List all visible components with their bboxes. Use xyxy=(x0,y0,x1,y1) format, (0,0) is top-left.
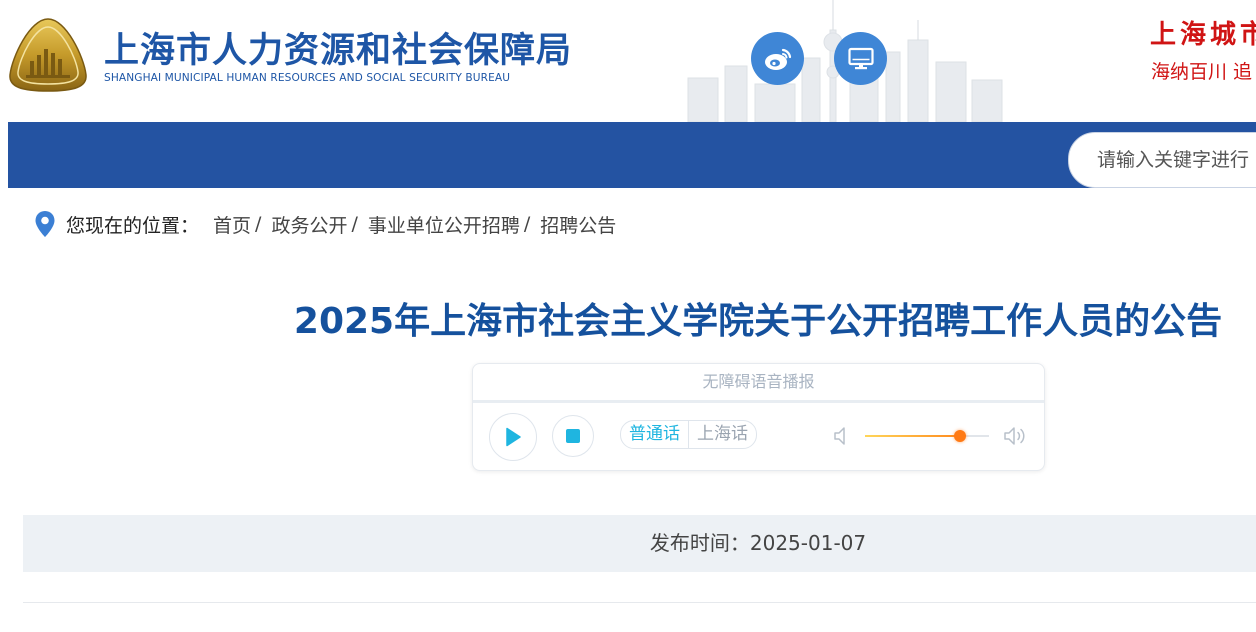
site-title-cn: 上海市人力资源和社会保障局 xyxy=(104,31,573,71)
breadcrumb-prefix: 您现在的位置： xyxy=(66,214,200,237)
breadcrumb-separator: / xyxy=(255,213,262,235)
location-pin-icon xyxy=(35,211,55,237)
play-icon xyxy=(506,427,521,447)
volume-slider-fill xyxy=(865,435,960,437)
search-input[interactable] xyxy=(1097,133,1256,187)
play-button[interactable] xyxy=(489,413,537,461)
dialect-shanghainese-option[interactable]: 上海话 xyxy=(689,421,756,448)
volume-slider-knob[interactable] xyxy=(954,430,966,442)
site-header: 上海市人力资源和社会保障局 SHANGHAI MUNICIPAL HUMAN R… xyxy=(0,0,1256,122)
stop-button[interactable] xyxy=(552,415,594,457)
desktop-icon xyxy=(847,47,874,69)
bureau-logo-emblem xyxy=(9,18,87,92)
publish-date: 发布时间：2025-01-07 xyxy=(649,531,867,555)
search-box xyxy=(1068,132,1256,188)
volume-low-icon[interactable] xyxy=(833,424,851,448)
site-title-en: SHANGHAI MUNICIPAL HUMAN RESOURCES AND S… xyxy=(104,72,511,84)
publish-info-bar: 发布时间：2025-01-07 xyxy=(23,515,1256,572)
stop-icon xyxy=(566,429,580,443)
audio-player-caption: 无障碍语音播报 xyxy=(473,364,1044,403)
breadcrumb-recruitment-notice[interactable]: 招聘公告 xyxy=(540,211,616,238)
weibo-button[interactable] xyxy=(751,32,804,85)
volume-high-icon[interactable] xyxy=(1003,424,1029,448)
city-slogan-line2: 海纳百川 追 xyxy=(1151,61,1253,83)
article-title: 2025年上海市社会主义学院关于公开招聘工作人员的公告 xyxy=(293,301,1223,342)
desktop-version-button[interactable] xyxy=(834,32,887,85)
breadcrumb-separator: / xyxy=(523,213,531,235)
content-divider xyxy=(23,602,1256,603)
breadcrumb-separator: / xyxy=(351,213,358,235)
breadcrumb-gov-affairs[interactable]: 政务公开 xyxy=(271,211,347,238)
breadcrumb-public-recruitment[interactable]: 事业单位公开招聘 xyxy=(368,211,520,238)
weibo-icon xyxy=(764,48,791,70)
breadcrumb-home[interactable]: 首页 xyxy=(213,211,251,238)
city-slogan-line1: 上海城市 xyxy=(1150,20,1256,50)
breadcrumb: 您现在的位置： 首页 / 政务公开 / 事业单位公开招聘 / 招聘公告 xyxy=(34,208,616,240)
dialect-mandarin-option[interactable]: 普通话 xyxy=(621,421,689,448)
volume-slider[interactable] xyxy=(865,430,989,442)
dialect-toggle: 普通话 上海话 xyxy=(620,420,757,449)
accessibility-audio-player: 无障碍语音播报 普通话 上海话 xyxy=(472,363,1045,471)
